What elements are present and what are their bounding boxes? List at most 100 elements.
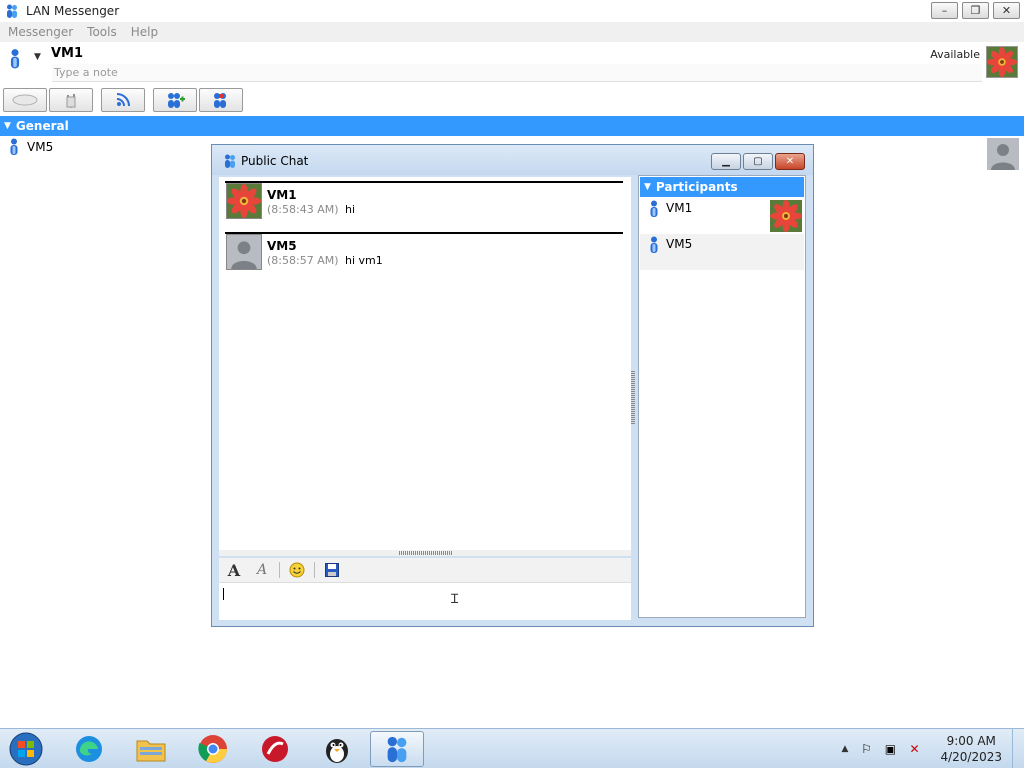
user-name: VM1 xyxy=(51,46,84,61)
broadcast-button[interactable] xyxy=(101,88,145,112)
floppy-disk-icon xyxy=(325,563,339,577)
security-app-icon xyxy=(262,736,288,762)
rss-icon xyxy=(116,93,130,107)
save-button[interactable] xyxy=(321,560,343,580)
user-bar: ▼ VM1 Type a note Available xyxy=(0,42,1024,86)
show-desktop-button[interactable] xyxy=(1012,729,1024,768)
font-color-icon: A xyxy=(256,562,268,578)
edge-icon xyxy=(76,736,102,762)
message-time: (8:58:43 AM) xyxy=(267,203,339,216)
participant-name: VM5 xyxy=(666,237,693,251)
chat-maximize-button[interactable]: ▢ xyxy=(743,153,773,170)
message-time: (8:58:57 AM) xyxy=(267,254,339,267)
vertical-splitter[interactable] xyxy=(631,370,635,424)
sender-name: VM5 xyxy=(267,239,297,253)
message-input[interactable]: Ɪ xyxy=(219,582,631,620)
message-item: VM1 (8:58:43 AM) hi xyxy=(219,177,631,225)
note-input[interactable]: Type a note xyxy=(52,64,982,82)
participants-label: Participants xyxy=(655,180,738,194)
horizontal-splitter[interactable] xyxy=(219,550,631,556)
chat-titlebar[interactable]: Public Chat ▁ ▢ ✕ xyxy=(212,145,813,175)
taskbar-file-explorer[interactable] xyxy=(124,731,178,767)
participant-avatar xyxy=(770,200,802,232)
smiley-button[interactable] xyxy=(286,560,308,580)
show-hidden-icons-icon[interactable]: ▲ xyxy=(842,744,849,754)
contact-name: VM5 xyxy=(27,140,54,154)
flag-icon[interactable]: ⚐ xyxy=(858,741,874,757)
taskbar-penguin-app[interactable] xyxy=(310,731,364,767)
contact-avatar xyxy=(987,138,1019,170)
network-icon[interactable]: ▣ xyxy=(882,741,898,757)
group-settings-button[interactable] xyxy=(199,88,243,112)
smiley-icon xyxy=(289,562,305,578)
chat-button[interactable] xyxy=(3,88,47,112)
minimize-button[interactable]: – xyxy=(931,2,958,19)
participant-item[interactable]: VM1 xyxy=(640,198,804,234)
clock[interactable]: 9:00 AM 4/20/2023 xyxy=(940,733,1002,765)
contact-status-icon xyxy=(8,138,20,156)
taskbar-edge[interactable] xyxy=(62,731,116,767)
message-text: hi xyxy=(345,203,356,216)
chrome-icon xyxy=(198,735,227,763)
main-titlebar: LAN Messenger – ❐ ✕ xyxy=(0,0,1024,22)
add-contact-button[interactable] xyxy=(153,88,197,112)
close-button[interactable]: ✕ xyxy=(993,2,1020,19)
format-toolbar: A A xyxy=(219,558,631,582)
participants-header[interactable]: ▼ Participants xyxy=(640,177,804,197)
font-button[interactable]: A xyxy=(223,560,245,580)
participant-item[interactable]: VM5 xyxy=(640,234,804,270)
add-user-icon xyxy=(168,93,185,108)
chat-title: Public Chat xyxy=(241,154,309,168)
font-color-button[interactable]: A xyxy=(251,560,273,580)
restore-button[interactable]: ❐ xyxy=(962,2,989,19)
status-text: Available xyxy=(930,48,980,61)
message-history[interactable]: VM1 (8:58:43 AM) hi VM5 (8:58:57 AM) hi … xyxy=(219,177,631,550)
message-separator xyxy=(225,232,623,234)
participant-status-icon xyxy=(648,236,660,254)
chevron-down-icon[interactable]: ▼ xyxy=(34,52,41,62)
user-avatar[interactable] xyxy=(986,46,1018,78)
menu-help[interactable]: Help xyxy=(131,25,158,39)
menu-tools[interactable]: Tools xyxy=(87,25,117,39)
status-icon[interactable] xyxy=(8,48,22,70)
toolbar xyxy=(0,86,1024,114)
font-icon: A xyxy=(227,560,241,580)
system-tray: ▲ ⚐ ▣ ✕ 9:00 AM 4/20/2023 xyxy=(842,729,1024,768)
file-button[interactable] xyxy=(49,88,93,112)
windows-logo-icon xyxy=(9,732,43,766)
group-name: General xyxy=(15,119,69,133)
volume-muted-icon[interactable]: ✕ xyxy=(906,741,922,757)
chat-close-button[interactable]: ✕ xyxy=(775,153,805,170)
taskbar-security-app[interactable] xyxy=(248,731,302,767)
collapse-triangle-icon[interactable]: ▼ xyxy=(644,182,651,192)
start-button[interactable] xyxy=(6,731,46,767)
public-chat-window: Public Chat ▁ ▢ ✕ VM1 (8:58:43 AM) hi VM… xyxy=(211,144,814,627)
sender-name: VM1 xyxy=(267,188,297,202)
lan-messenger-icon xyxy=(382,734,412,764)
sender-avatar xyxy=(226,183,262,219)
chat-minimize-button[interactable]: ▁ xyxy=(711,153,741,170)
menu-bar: Messenger Tools Help xyxy=(0,22,1024,42)
sender-avatar xyxy=(226,234,262,270)
message-text: hi vm1 xyxy=(345,254,383,267)
participant-status-icon xyxy=(648,200,660,218)
ibeam-cursor-icon: Ɪ xyxy=(451,592,459,607)
taskbar-chrome[interactable] xyxy=(186,731,240,767)
window-title: LAN Messenger xyxy=(26,4,120,18)
paperclip-icon xyxy=(66,94,76,108)
clock-date: 4/20/2023 xyxy=(940,750,1002,764)
collapse-triangle-icon[interactable]: ▼ xyxy=(4,121,11,131)
message-separator xyxy=(225,181,623,183)
taskbar-lan-messenger[interactable] xyxy=(370,731,424,767)
speech-bubble-icon xyxy=(12,94,38,106)
menu-messenger[interactable]: Messenger xyxy=(8,25,73,39)
penguin-icon xyxy=(326,739,348,763)
group-general[interactable]: ▼ General xyxy=(0,116,1024,136)
lan-messenger-icon xyxy=(4,3,20,19)
text-caret xyxy=(223,588,224,600)
message-item: VM5 (8:58:57 AM) hi vm1 xyxy=(219,228,631,276)
taskbar: ▲ ⚐ ▣ ✕ 9:00 AM 4/20/2023 xyxy=(0,728,1024,768)
clock-time: 9:00 AM xyxy=(946,734,996,748)
participant-name: VM1 xyxy=(666,201,693,215)
lan-messenger-icon xyxy=(222,153,238,169)
